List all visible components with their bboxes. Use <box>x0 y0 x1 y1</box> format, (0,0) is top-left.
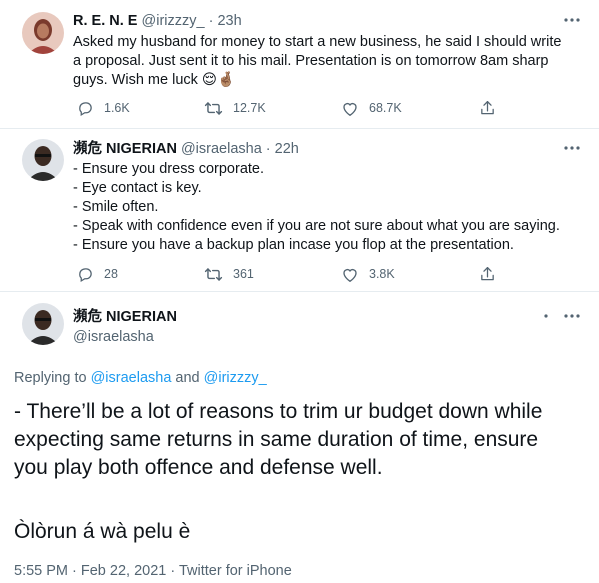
display-name[interactable]: 瀕危 NIGERIAN <box>73 141 177 157</box>
timestamp[interactable]: 22h <box>275 141 299 157</box>
avatar[interactable] <box>22 139 64 181</box>
handle[interactable]: @israelasha <box>181 141 262 157</box>
handle[interactable]: @israelasha <box>73 328 154 346</box>
display-name[interactable]: 瀕危 NIGERIAN <box>73 308 177 326</box>
tip-line: - Ensure you have a backup plan incase y… <box>73 237 514 253</box>
share-button[interactable] <box>479 263 496 285</box>
reply-count: 28 <box>104 267 118 281</box>
replying-conj: and <box>175 370 200 386</box>
handle[interactable]: @irizzzy_ <box>142 13 205 29</box>
like-button[interactable]: 68.7K <box>341 97 402 119</box>
like-count: 68.7K <box>369 101 402 115</box>
reply-icon <box>77 266 94 283</box>
replying-prefix: Replying to <box>14 370 87 386</box>
reply-button[interactable]: 1.6K <box>77 97 130 119</box>
heart-icon <box>341 266 359 283</box>
more-icon[interactable] <box>562 308 582 324</box>
tweet-actions: 1.6K 12.7K 68.7K <box>73 97 503 119</box>
more-icon[interactable] <box>562 12 582 28</box>
tip-line: - Speak with confidence even if you are … <box>73 218 560 234</box>
share-icon <box>479 99 496 117</box>
reply-icon <box>77 100 94 117</box>
tweet-text: Asked my husband for money to start a ne… <box>73 34 562 88</box>
follow-dot-indicator <box>541 308 551 324</box>
replying-to: Replying to @israelasha and @irizzzy_ <box>14 369 267 387</box>
timestamp[interactable]: 23h <box>217 13 241 29</box>
tweet-header: 瀕危 NIGERIAN @israelasha · 22h <box>73 140 299 158</box>
tweet-header: R. E. N. E @irizzzy_ · 23h <box>73 12 242 30</box>
retweet-count: 12.7K <box>233 101 266 115</box>
avatar[interactable] <box>22 12 64 54</box>
retweet-button[interactable]: 361 <box>204 263 254 285</box>
main-tweet: 瀕危 NIGERIAN @israelasha Replying to @isr… <box>0 292 599 583</box>
tweet-actions: 28 361 3.8K <box>73 263 503 285</box>
tweet-timestamp[interactable]: 5:55 PM · Feb 22, 2021 · Twitter for iPh… <box>14 562 292 580</box>
retweet-count: 361 <box>233 267 254 281</box>
like-count: 3.8K <box>369 267 395 281</box>
tweet-rene[interactable]: R. E. N. E @irizzzy_ · 23h Asked my husb… <box>0 0 599 128</box>
reply-button[interactable]: 28 <box>77 263 118 285</box>
tweet-text: - There’ll be a lot of reasons to trim u… <box>14 400 543 479</box>
like-button[interactable]: 3.8K <box>341 263 395 285</box>
retweet-button[interactable]: 12.7K <box>204 97 266 119</box>
tweet-reply[interactable]: 瀕危 NIGERIAN @israelasha · 22h - Ensure y… <box>0 129 599 291</box>
display-name[interactable]: R. E. N. E <box>73 13 137 29</box>
mention-link[interactable]: @israelasha <box>91 370 172 386</box>
avatar[interactable] <box>22 303 64 345</box>
retweet-icon <box>204 266 223 283</box>
mention-link[interactable]: @irizzzy_ <box>204 370 267 386</box>
more-icon[interactable] <box>562 140 582 156</box>
tweet-text-closing: Òlòrun á wà pelu è <box>14 520 191 543</box>
tweet-text: - Ensure you dress corporate. - Eye cont… <box>73 160 593 255</box>
tip-line: - Smile often. <box>73 199 159 215</box>
share-button[interactable] <box>479 97 496 119</box>
retweet-icon <box>204 100 223 117</box>
tip-line: - Eye contact is key. <box>73 180 202 196</box>
heart-icon <box>341 100 359 117</box>
reply-count: 1.6K <box>104 101 130 115</box>
separator: · <box>208 13 214 29</box>
separator: · <box>265 141 271 157</box>
share-icon <box>479 265 496 283</box>
tip-line: - Ensure you dress corporate. <box>73 161 265 177</box>
